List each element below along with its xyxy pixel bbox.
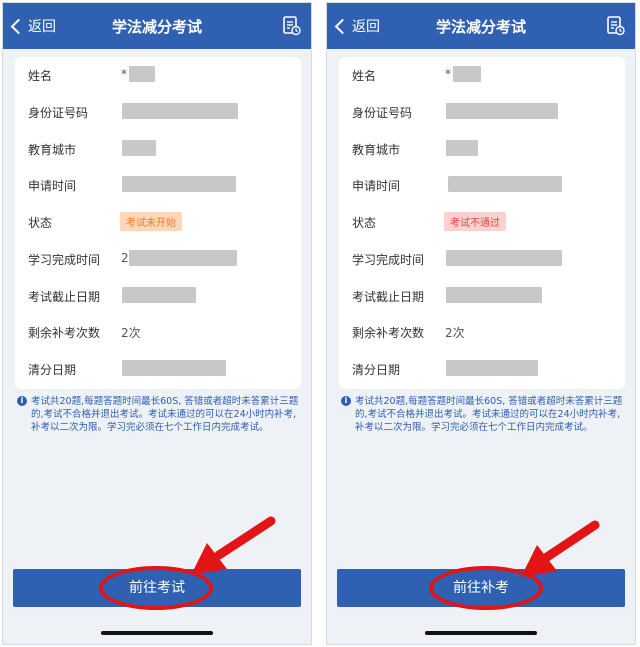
row-remaining: 剩余补考次数 2次 <box>339 314 625 350</box>
redacted-value <box>446 103 558 119</box>
info-card: 姓名 * 身份证号码 教育城市 申请时间 状态 考试未开始 学习完成时间 2 考… <box>15 57 301 389</box>
field-label: 身份证号码 <box>352 106 413 120</box>
field-label: 剩余补考次数 <box>352 326 425 340</box>
field-label: 身份证号码 <box>28 106 89 120</box>
left-phone-screen: 返回 学法减分考试 姓名 * 身份证号码 教育城市 申请时间 状态 考试未开始 … <box>2 2 312 645</box>
row-finish-time: 学习完成时间 <box>339 241 625 277</box>
document-clock-icon[interactable] <box>607 16 625 36</box>
row-deadline: 考试截止日期 <box>15 278 301 314</box>
redacted-value <box>122 176 236 192</box>
field-label: 教育城市 <box>28 143 77 157</box>
exam-notice: i 考试共20题,每题答题时间最长60S, 答错或者超时未答累计三题的,考试不合… <box>341 395 623 434</box>
notice-text: 考试共20题,每题答题时间最长60S, 答错或者超时未答累计三题的,考试不合格并… <box>355 396 623 433</box>
home-indicator <box>425 631 537 635</box>
document-clock-icon[interactable] <box>283 16 301 36</box>
field-label: 清分日期 <box>28 363 77 377</box>
redacted-value <box>446 250 562 266</box>
field-label: 教育城市 <box>352 143 401 157</box>
redacted-value <box>122 360 226 376</box>
row-clear-date: 清分日期 <box>15 351 301 387</box>
page-title: 学法减分考试 <box>111 18 202 36</box>
status-badge: 考试不通过 <box>444 212 506 231</box>
field-label: 考试截止日期 <box>352 290 425 304</box>
nav-bar: 返回 学法减分考试 <box>3 3 311 49</box>
redacted-value <box>448 176 562 192</box>
notice-text: 考试共20题,每题答题时间最长60S, 答错或者超时未答累计三题的,考试不合格并… <box>31 396 299 433</box>
retake-exam-button[interactable]: 前往补考 <box>337 569 625 607</box>
redacted-value <box>129 66 155 82</box>
field-value: 2次 <box>121 326 141 340</box>
row-apply-time: 申请时间 <box>15 167 301 203</box>
nav-bar: 返回 学法减分考试 <box>327 3 635 49</box>
row-status: 状态 考试不通过 <box>339 204 625 240</box>
info-icon: i <box>341 396 351 406</box>
field-label: 学习完成时间 <box>28 253 101 267</box>
info-card: 姓名 * 身份证号码 教育城市 申请时间 状态 考试不通过 学习完成时间 考试截… <box>339 57 625 389</box>
row-city: 教育城市 <box>15 131 301 167</box>
field-value: * <box>121 67 127 81</box>
right-phone-screen: 返回 学法减分考试 姓名 * 身份证号码 教育城市 申请时间 状态 考试不通过 … <box>326 2 636 645</box>
field-label: 剩余补考次数 <box>28 326 101 340</box>
field-label: 清分日期 <box>352 363 401 377</box>
field-label: 申请时间 <box>28 179 77 193</box>
info-icon: i <box>17 396 27 406</box>
field-value: 2次 <box>445 326 465 340</box>
row-deadline: 考试截止日期 <box>339 278 625 314</box>
page-title: 学法减分考试 <box>435 18 526 36</box>
field-label: 姓名 <box>28 69 53 83</box>
redacted-value <box>453 66 481 82</box>
home-indicator <box>101 631 213 635</box>
field-label: 状态 <box>352 216 377 230</box>
field-label: 学习完成时间 <box>352 253 425 267</box>
field-label: 状态 <box>28 216 53 230</box>
row-remaining: 剩余补考次数 2次 <box>15 314 301 350</box>
row-status: 状态 考试未开始 <box>15 204 301 240</box>
field-label: 申请时间 <box>352 179 401 193</box>
row-apply-time: 申请时间 <box>339 167 625 203</box>
field-label: 姓名 <box>352 69 377 83</box>
row-id-number: 身份证号码 <box>15 94 301 130</box>
redacted-value <box>122 287 196 303</box>
row-city: 教育城市 <box>339 131 625 167</box>
row-finish-time: 学习完成时间 2 <box>15 241 301 277</box>
redacted-value <box>446 140 478 156</box>
redacted-value <box>122 140 156 156</box>
redacted-value <box>122 103 238 119</box>
row-name: 姓名 * <box>339 57 625 93</box>
row-name: 姓名 * <box>15 57 301 93</box>
exam-notice: i 考试共20题,每题答题时间最长60S, 答错或者超时未答累计三题的,考试不合… <box>17 395 299 434</box>
start-exam-button[interactable]: 前往考试 <box>13 569 301 607</box>
field-value: 2 <box>121 251 129 265</box>
field-value: * <box>445 67 451 81</box>
redacted-value <box>446 360 538 376</box>
redacted-value <box>446 287 542 303</box>
field-label: 考试截止日期 <box>28 290 101 304</box>
status-badge: 考试未开始 <box>120 212 182 231</box>
row-clear-date: 清分日期 <box>339 351 625 387</box>
row-id-number: 身份证号码 <box>339 94 625 130</box>
redacted-value <box>129 250 237 266</box>
